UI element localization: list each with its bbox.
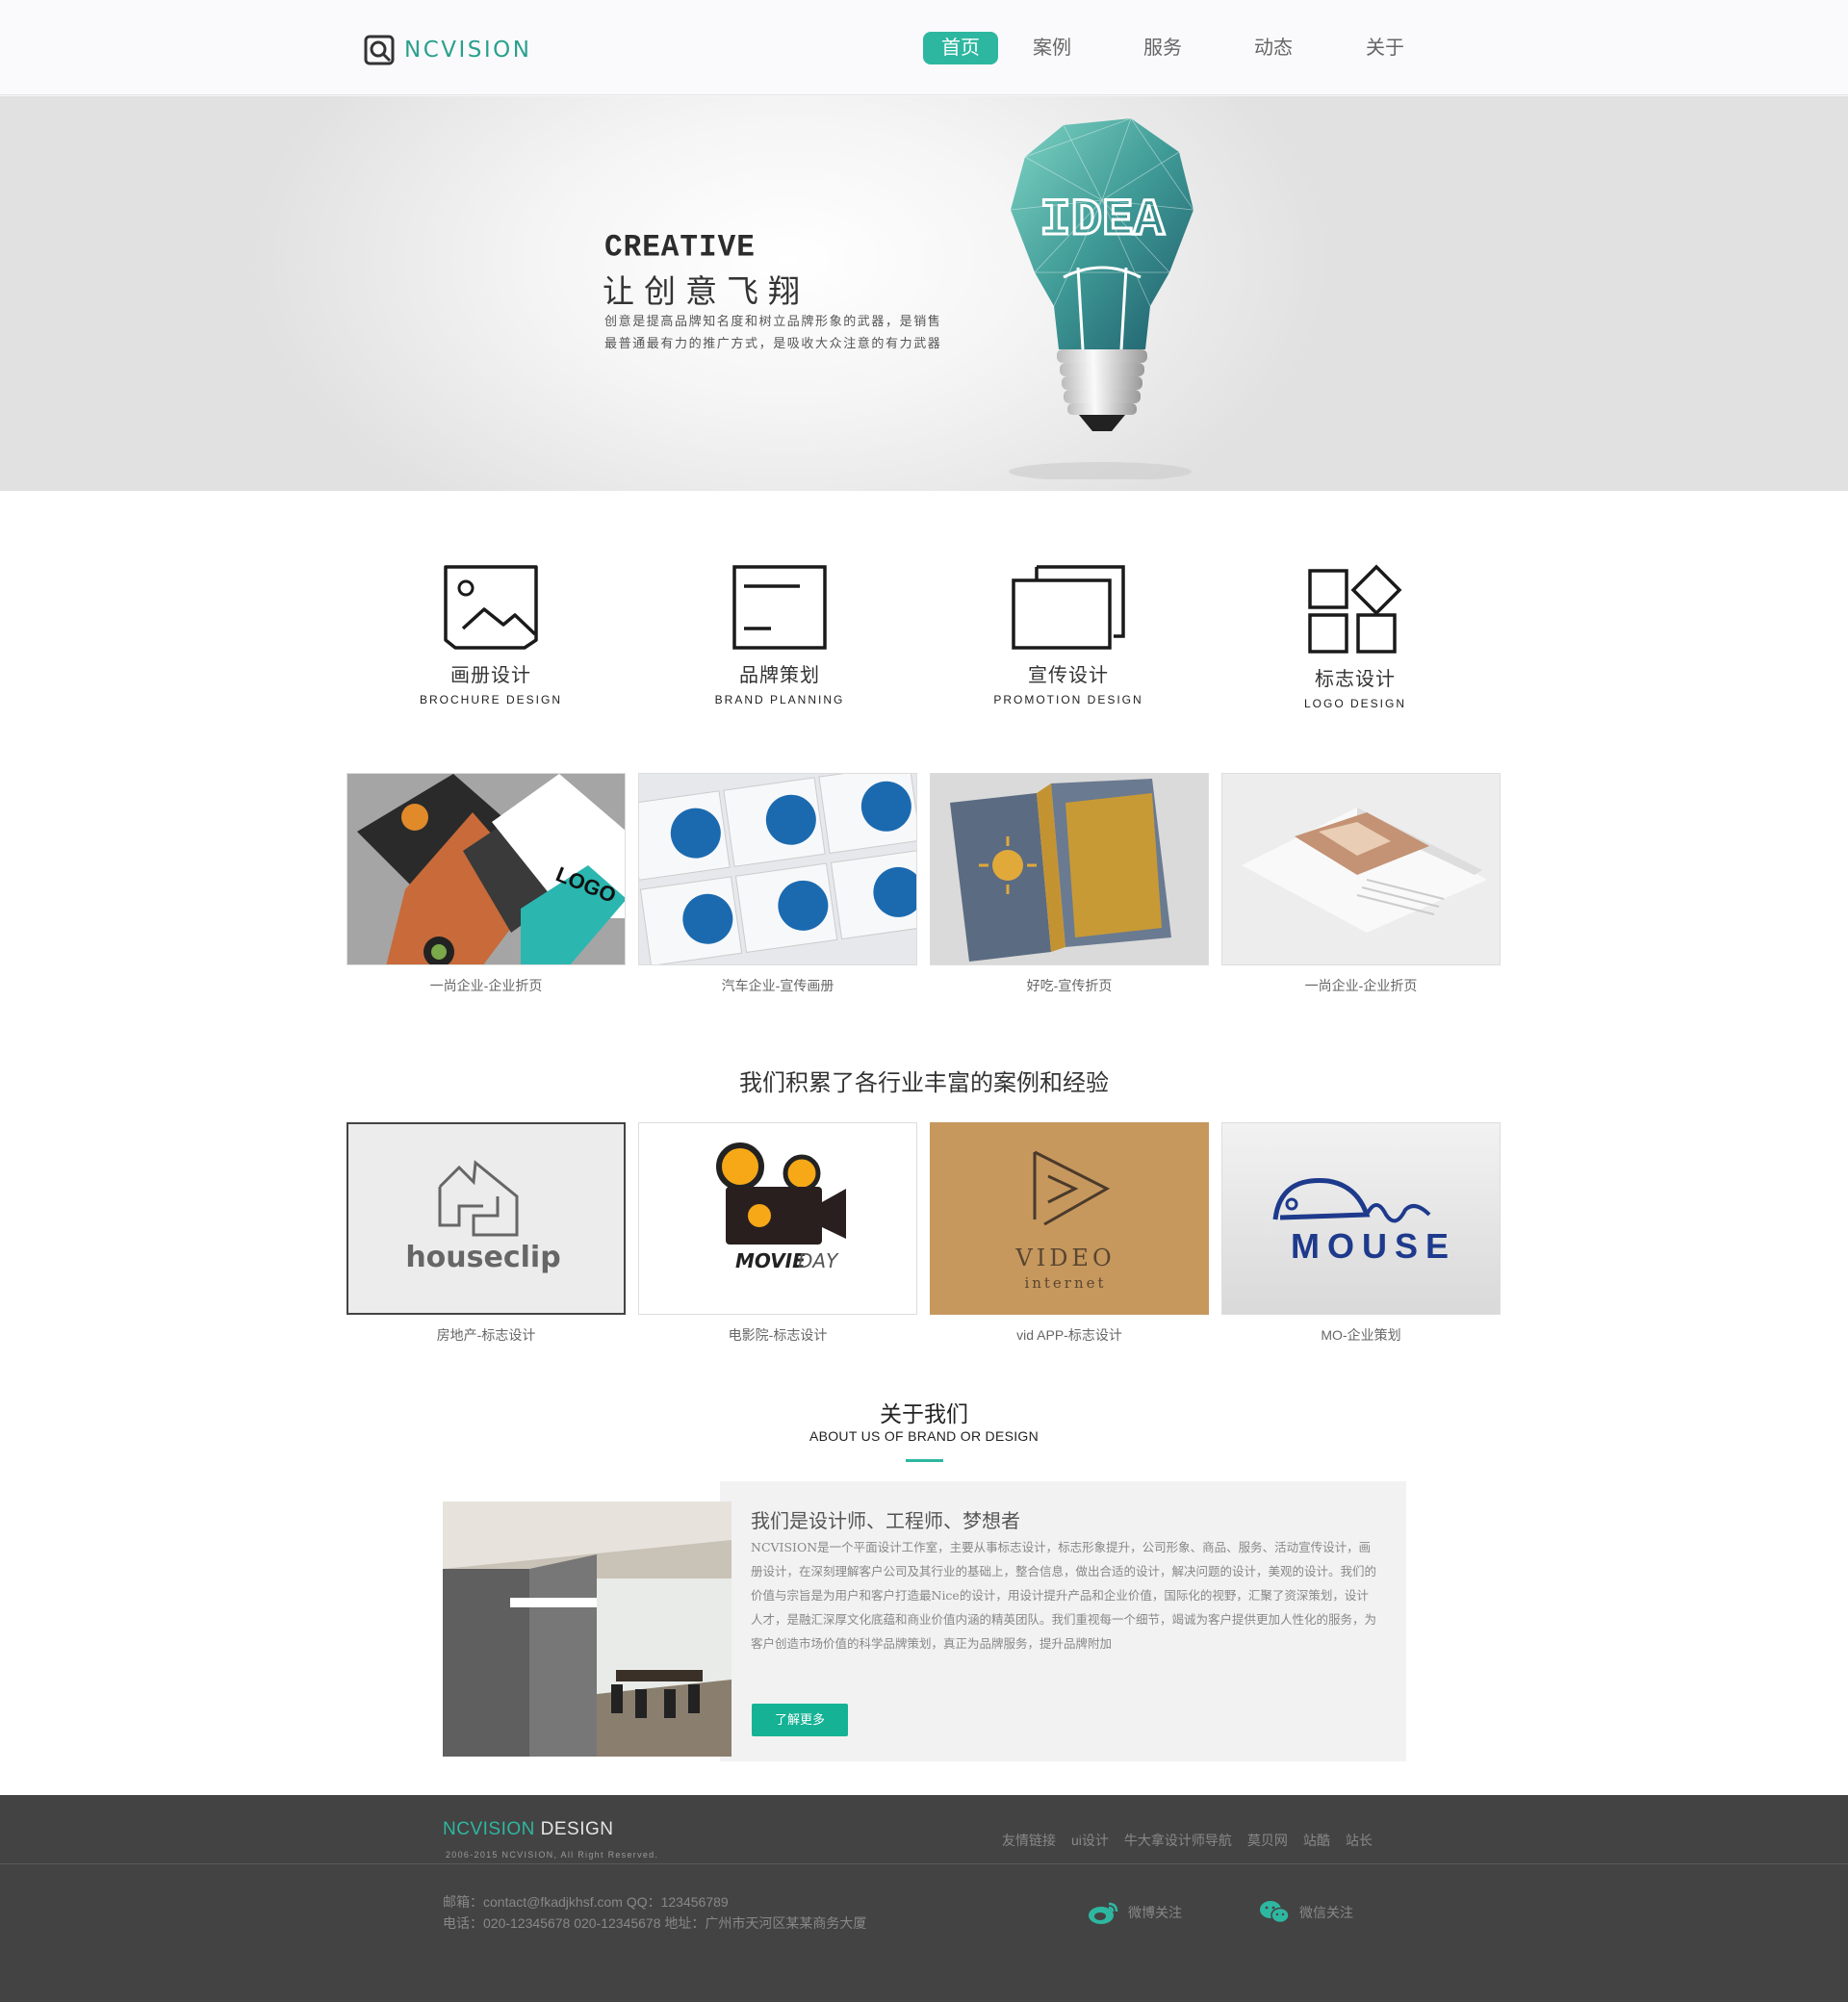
case-thumbnail: LOGO HERE: [346, 773, 626, 965]
logo-text: NCVISION: [404, 38, 532, 63]
service-brochure[interactable]: 画册设计 BROCHURE DESIGN: [395, 563, 587, 706]
case-card[interactable]: 好吃-宣传折页: [930, 773, 1209, 995]
main-nav: 首页 案例 服务 动态 关于: [923, 32, 1423, 64]
case-thumbnail: MOUSE: [1221, 1122, 1501, 1315]
case-card[interactable]: 汽车企业-宣传画册: [638, 773, 917, 995]
case-thumbnail: houseclip: [346, 1122, 626, 1315]
contact-line: 电话：020-12345678 020-12345678 地址：广州市天河区某某…: [443, 1915, 867, 1931]
service-logo[interactable]: 标志设计 LOGO DESIGN: [1259, 563, 1451, 710]
contact-line: 邮箱：contact@fkadjkhsf.com QQ：123456789: [443, 1894, 729, 1910]
service-title: 品牌策划: [739, 665, 820, 686]
weibo-label: 微博关注: [1128, 1905, 1182, 1920]
footer-brand: NCVISION DESIGN: [443, 1819, 614, 1840]
svg-text:IDEA: IDEA: [1040, 192, 1165, 250]
case-thumbnail: [1221, 773, 1501, 965]
svg-text:VIDEO: VIDEO: [1014, 1245, 1115, 1271]
svg-text:houseclip: houseclip: [405, 1241, 560, 1274]
grid-shapes-icon: [1308, 564, 1402, 654]
service-subtitle: BROCHURE DESIGN: [419, 693, 562, 706]
image-icon: [444, 565, 538, 650]
about-body: NCVISION是一个平面设计工作室，主要从事标志设计，标志形象提升，公司形象、…: [751, 1540, 1377, 1651]
service-title: 画册设计: [450, 665, 531, 686]
hero-title-cn: 让创意飞翔: [603, 273, 809, 309]
service-promotion[interactable]: 宣传设计 PROMOTION DESIGN: [972, 563, 1165, 706]
wechat-follow[interactable]: 微信关注: [1259, 1900, 1353, 1925]
service-title: 宣传设计: [1028, 665, 1109, 686]
hero-banner: CREATIVE 让创意飞翔 创意是提高品牌知名度和树立品牌形象的武器，是销售最…: [0, 96, 1848, 491]
cases-section-title: 我们积累了各行业丰富的案例和经验: [739, 1070, 1109, 1096]
case-thumbnail: [930, 773, 1209, 965]
site-logo[interactable]: NCVISION: [364, 34, 531, 66]
about-accent-line: [906, 1459, 943, 1462]
footer-link[interactable]: 牛大拿设计师导航: [1124, 1831, 1232, 1850]
nav-services[interactable]: 服务: [1125, 32, 1200, 64]
nav-cases[interactable]: 案例: [1014, 32, 1090, 64]
hero-title-en: CREATIVE: [604, 230, 756, 266]
footer-copyright: 2006-2015 NCVISION, All Right Reserved.: [446, 1850, 659, 1860]
svg-text:MOVIE: MOVIE: [735, 1249, 806, 1272]
footer-contact: 邮箱：contact@fkadjkhsf.com QQ：123456789 电话…: [443, 1891, 866, 1934]
service-subtitle: BRAND PLANNING: [714, 693, 845, 706]
logo-mark-icon: [364, 35, 395, 65]
service-title: 标志设计: [1315, 669, 1396, 690]
footer-link[interactable]: ui设计: [1071, 1831, 1109, 1850]
footer-links: 友情链接 ui设计 牛大拿设计师导航 莫贝网 站酷 站长: [1002, 1831, 1388, 1850]
case-card[interactable]: MOUSE MO-企业策划: [1221, 1122, 1501, 1345]
case-caption: vid APP-标志设计: [1016, 1327, 1122, 1343]
nav-news[interactable]: 动态: [1236, 32, 1311, 64]
case-caption: 一尚企业-企业折页: [429, 978, 543, 993]
lightbulb-icon: IDEA: [1009, 117, 1194, 479]
case-card[interactable]: 一尚企业-企业折页: [1221, 773, 1501, 995]
case-thumbnail: [638, 773, 917, 965]
about-title: 关于我们: [880, 1401, 968, 1426]
service-brand[interactable]: 品牌策划 BRAND PLANNING: [683, 563, 876, 706]
stacked-pages-icon: [1012, 565, 1125, 650]
case-card[interactable]: LOGO HERE 一尚企业-企业折页: [346, 773, 626, 995]
weibo-icon: [1089, 1902, 1118, 1924]
hero-description: 创意是提高品牌知名度和树立品牌形象的武器，是销售最普通最有力的推广方式，是吸收大…: [604, 314, 942, 350]
svg-text:MOUSE: MOUSE: [1291, 1226, 1456, 1266]
footer-link[interactable]: 站酷: [1303, 1831, 1330, 1850]
wechat-icon: [1260, 1901, 1290, 1924]
svg-text:internet: internet: [1024, 1274, 1106, 1292]
case-thumbnail: VIDEO internet: [930, 1122, 1209, 1315]
footer-divider: [0, 1863, 1848, 1864]
nav-home[interactable]: 首页: [923, 32, 998, 64]
footer-link[interactable]: 站长: [1346, 1831, 1373, 1850]
footer-links-label: 友情链接: [1002, 1833, 1056, 1848]
document-icon: [732, 565, 827, 650]
case-card[interactable]: VIDEO internet vid APP-标志设计: [930, 1122, 1209, 1345]
site-header: NCVISION 首页 案例 服务 动态 关于: [0, 0, 1848, 95]
office-photo: [443, 1502, 732, 1757]
case-caption: 汽车企业-宣传画册: [721, 978, 834, 993]
weibo-follow[interactable]: 微博关注: [1088, 1900, 1182, 1925]
footer-brand-b: DESIGN: [540, 1819, 614, 1839]
service-subtitle: LOGO DESIGN: [1303, 697, 1407, 710]
footer-link[interactable]: 莫贝网: [1247, 1831, 1288, 1850]
case-caption: 电影院-标志设计: [728, 1327, 828, 1343]
footer-brand-a: NCVISION: [443, 1819, 535, 1839]
site-footer: NCVISION DESIGN 2006-2015 NCVISION, All …: [0, 1795, 1848, 2002]
case-caption: 房地产-标志设计: [436, 1327, 536, 1343]
wechat-label: 微信关注: [1299, 1905, 1353, 1920]
learn-more-button[interactable]: 了解更多: [752, 1704, 848, 1736]
nav-about[interactable]: 关于: [1348, 32, 1423, 64]
case-thumbnail: MOVIE DAY: [638, 1122, 917, 1315]
about-subtitle: ABOUT US OF BRAND OR DESIGN: [808, 1428, 1040, 1444]
case-caption: 一尚企业-企业折页: [1304, 978, 1418, 993]
case-card[interactable]: MOVIE DAY 电影院-标志设计: [638, 1122, 917, 1345]
case-caption: MO-企业策划: [1321, 1327, 1401, 1343]
about-heading: 我们是设计师、工程师、梦想者: [751, 1509, 1020, 1532]
service-subtitle: PROMOTION DESIGN: [993, 693, 1143, 706]
case-caption: 好吃-宣传折页: [1026, 978, 1113, 993]
svg-text:DAY: DAY: [798, 1249, 839, 1272]
case-card[interactable]: houseclip 房地产-标志设计: [346, 1122, 626, 1345]
